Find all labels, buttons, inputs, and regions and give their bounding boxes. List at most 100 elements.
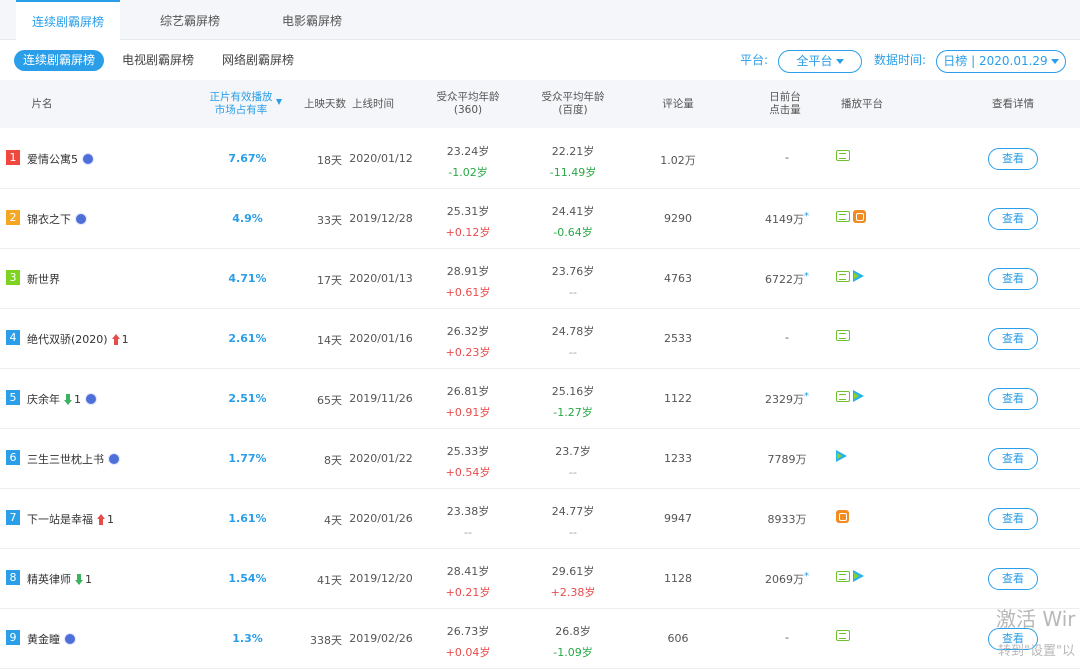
platform-icons (836, 570, 864, 582)
clicks-text: - (785, 631, 789, 644)
platform-icons (836, 630, 850, 641)
chevron-down-icon (835, 59, 844, 64)
age-baidu-cell: 24.78岁 -- (535, 321, 611, 363)
days-value: 338天 (310, 634, 342, 647)
release-date-value: 2019/11/26 (349, 392, 413, 405)
sub-tab-bar: 连续剧霸屏榜 电视剧霸屏榜 网络剧霸屏榜 平台: 全平台 数据时间: 日榜 | … (0, 44, 1080, 78)
view-details-button[interactable]: 查看 (988, 448, 1038, 470)
view-details-button[interactable]: 查看 (988, 268, 1038, 290)
clicks-value: 4149万* (748, 211, 826, 227)
drama-title[interactable]: 精英律师 1 (27, 571, 92, 587)
col-platforms: 播放平台 (841, 98, 883, 110)
comments-value: 1128 (664, 572, 692, 585)
platform-icons (836, 150, 850, 161)
drama-title[interactable]: 庆余年 1 (27, 391, 97, 407)
col-title: 片名 (31, 98, 53, 110)
comment-bubble-icon (64, 633, 76, 645)
age-baidu-value: 23.7岁 (555, 445, 591, 458)
view-details-button[interactable]: 查看 (988, 208, 1038, 230)
clicks-value: 7789万 (748, 451, 826, 467)
drama-title[interactable]: 新世界 (27, 271, 60, 287)
platform-dropdown[interactable]: 全平台 (778, 50, 862, 73)
age-360-cell: 23.38岁 -- (430, 501, 506, 543)
tab-variety[interactable]: 综艺霸屏榜 (140, 0, 240, 40)
age-baidu-cell: 24.41岁 -0.64岁 (535, 201, 611, 243)
view-details-button[interactable]: 查看 (988, 388, 1038, 410)
col-comments: 评论量 (662, 98, 694, 110)
view-details-button[interactable]: 查看 (988, 328, 1038, 350)
drama-title[interactable]: 下一站是幸福 1 (27, 511, 114, 527)
release-date-value: 2019/12/28 (349, 212, 413, 225)
col-market-share[interactable]: 正片有效播放 市场占有率 (200, 91, 282, 117)
age-baidu-delta: -1.27岁 (553, 406, 593, 419)
col-clicks-line2: 点击量 (769, 104, 801, 116)
iqiyi-icon (836, 270, 850, 282)
age-360-delta: +0.61岁 (445, 286, 491, 299)
rank-up-icon (97, 513, 105, 525)
age-360-delta: -- (464, 526, 472, 539)
age-baidu-cell: 29.61岁 +2.38岁 (535, 561, 611, 603)
age-360-value: 25.31岁 (446, 205, 490, 218)
days-value: 18天 (317, 154, 342, 167)
drama-title-text: 三生三世枕上书 (27, 453, 104, 466)
platform-icons (836, 510, 849, 523)
platform-icons (836, 210, 866, 223)
age-baidu-value: 23.76岁 (551, 265, 595, 278)
age-360-value: 26.73岁 (446, 625, 490, 638)
rank-badge: 7 (6, 510, 20, 525)
clicks-text: 6722万 (765, 273, 804, 286)
comment-bubble-icon (85, 393, 97, 405)
age-360-value: 25.33岁 (446, 445, 490, 458)
subtab-web-drama[interactable]: 网络剧霸屏榜 (214, 50, 302, 71)
age-360-value: 26.32岁 (446, 325, 490, 338)
col-age-360-line2: (360) (453, 104, 483, 116)
rank-badge: 2 (6, 210, 20, 225)
age-360-cell: 28.41岁 +0.21岁 (430, 561, 506, 603)
view-details-button[interactable]: 查看 (988, 508, 1038, 530)
age-baidu-value: 26.8岁 (555, 625, 591, 638)
clicks-value: - (748, 631, 826, 644)
clicks-text: 4149万 (765, 213, 804, 226)
activation-watermark: 激活 Wir (996, 607, 1076, 631)
tencent-video-icon (836, 450, 847, 462)
age-baidu-cell: 23.76岁 -- (535, 261, 611, 303)
date-dropdown[interactable]: 日榜 | 2020.01.29 (936, 50, 1066, 73)
age-baidu-value: 24.41岁 (551, 205, 595, 218)
drama-title-text: 锦衣之下 (27, 213, 71, 226)
table-header: 片名 正片有效播放 市场占有率 上映天数 上线时间 受众平均年龄 (360) 受… (0, 80, 1080, 128)
view-details-button[interactable]: 查看 (988, 568, 1038, 590)
date-dropdown-value: 日榜 | 2020.01.29 (943, 54, 1048, 68)
drama-title[interactable]: 锦衣之下 (27, 211, 87, 227)
age-360-cell: 23.24岁 -1.02岁 (430, 141, 506, 183)
iqiyi-icon (836, 150, 850, 161)
table-row: 1 爱情公寓5 7.67% 18天 2020/01/12 23.24岁 -1.02岁 22.2… (0, 129, 1080, 189)
drama-title-text: 精英律师 (27, 573, 71, 586)
tab-serial-drama[interactable]: 连续剧霸屏榜 (16, 0, 120, 40)
tab-movie[interactable]: 电影霸屏榜 (262, 0, 362, 40)
market-share-value: 7.67% (228, 152, 267, 165)
age-360-delta: +0.21岁 (445, 586, 491, 599)
platform-icons (836, 390, 864, 402)
subtab-serial-drama[interactable]: 连续剧霸屏榜 (14, 50, 104, 71)
drama-title[interactable]: 爱情公寓5 (27, 151, 94, 167)
subtab-tv-drama[interactable]: 电视剧霸屏榜 (114, 50, 202, 71)
drama-title[interactable]: 三生三世枕上书 (27, 451, 120, 467)
clicks-text: 2329万 (765, 393, 804, 406)
drama-title[interactable]: 绝代双骄(2020) 1 (27, 331, 129, 347)
table-row: 7 下一站是幸福 1 1.61% 4天 2020/01/26 23.38岁 -- 24.77岁 -… (0, 489, 1080, 549)
age-360-delta: +0.23岁 (445, 346, 491, 359)
release-date-value: 2020/01/26 (349, 512, 413, 525)
days-value: 41天 (317, 574, 342, 587)
col-age-baidu: 受众平均年龄 (百度) (533, 91, 613, 117)
age-360-value: 28.91岁 (446, 265, 490, 278)
youku-icon (836, 510, 849, 523)
drama-title[interactable]: 黄金瞳 (27, 631, 76, 647)
view-details-button[interactable]: 查看 (988, 148, 1038, 170)
sort-desc-icon[interactable] (276, 99, 282, 105)
market-share-value: 2.51% (228, 392, 267, 405)
days-value: 4天 (324, 514, 342, 527)
star-icon: * (804, 211, 809, 222)
col-age-360: 受众平均年龄 (360) (428, 91, 508, 117)
age-360-cell: 26.32岁 +0.23岁 (430, 321, 506, 363)
drama-title-text: 爱情公寓5 (27, 153, 78, 166)
